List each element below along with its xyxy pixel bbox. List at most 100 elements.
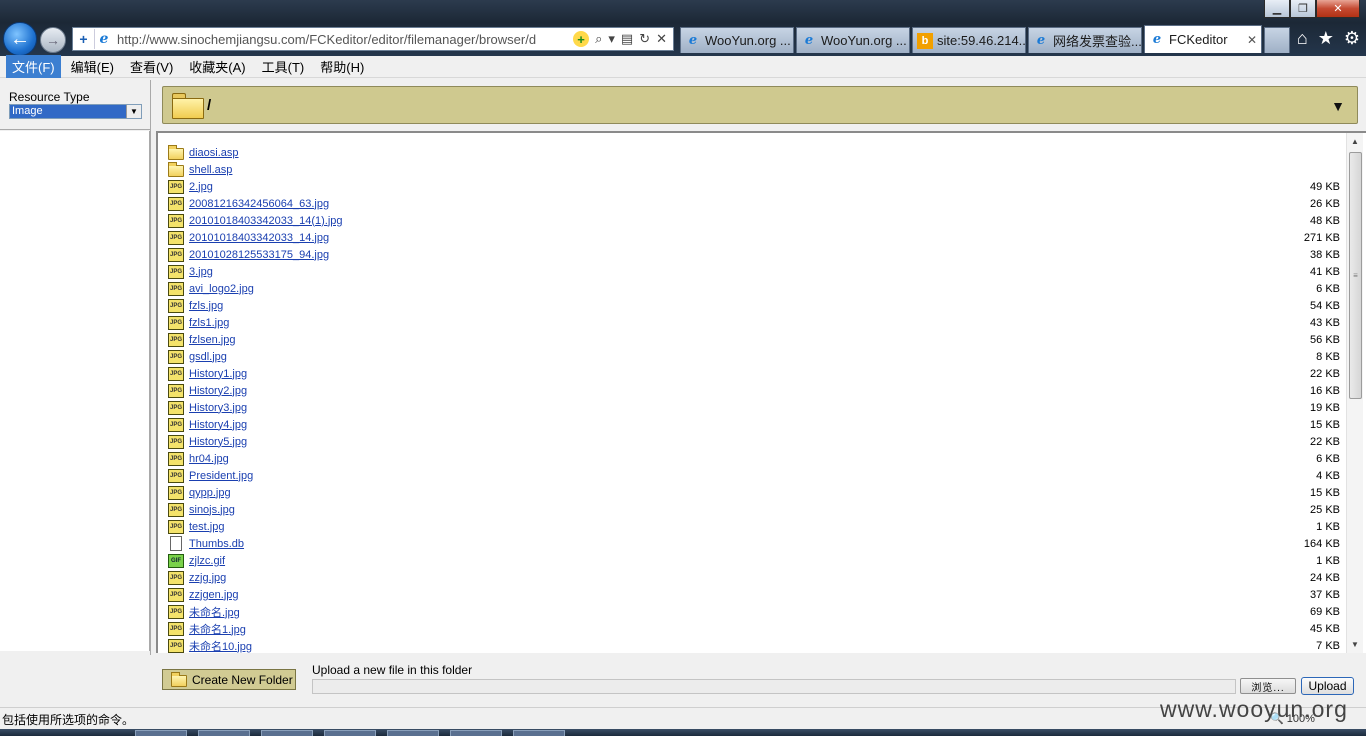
file-link[interactable]: History1.jpg	[189, 368, 1260, 380]
browser-tab[interactable]: e 网络发票查验...	[1028, 27, 1142, 53]
favorites-star-icon[interactable]: ★	[1318, 28, 1334, 49]
file-link[interactable]: 20101018403342033_14.jpg	[189, 232, 1260, 244]
close-tab-icon[interactable]: ✕	[1247, 33, 1257, 47]
taskbar-item[interactable]	[387, 730, 439, 736]
file-link[interactable]: sinojs.jpg	[189, 504, 1260, 516]
refresh-icon[interactable]: ↻	[639, 31, 650, 47]
search-icon[interactable]: ⌕	[595, 31, 602, 47]
menu-tools[interactable]: 工具(T)	[256, 55, 311, 78]
file-link[interactable]: 2.jpg	[189, 181, 1260, 193]
taskbar-item[interactable]	[261, 730, 313, 736]
scroll-up-icon[interactable]: ▲	[1347, 133, 1363, 150]
folder-dropdown-icon[interactable]: ▼	[1331, 98, 1345, 114]
file-link[interactable]: Thumbs.db	[189, 538, 1260, 550]
menu-view[interactable]: 查看(V)	[124, 55, 179, 78]
file-size: 22 KB	[1310, 367, 1340, 380]
file-link[interactable]: 未命名.jpg	[189, 604, 1260, 620]
address-input[interactable]: http://www.sinochemjiangsu.com/FCKeditor…	[113, 32, 567, 47]
file-link[interactable]: gsdl.jpg	[189, 351, 1260, 363]
close-window-button[interactable]: ✕	[1316, 0, 1360, 18]
jpg-file-icon	[168, 638, 184, 653]
menu-file[interactable]: 文件(F)	[6, 55, 61, 78]
vertical-scrollbar[interactable]: ▲ ≡ ▼	[1346, 133, 1363, 653]
file-size: 164 KB	[1303, 537, 1340, 550]
file-link[interactable]: History4.jpg	[189, 419, 1260, 431]
scroll-down-icon[interactable]: ▼	[1347, 636, 1363, 653]
file-row: 未命名10.jpg 7 KB	[168, 637, 1340, 654]
file-link[interactable]: History5.jpg	[189, 436, 1260, 448]
file-link[interactable]: zjlzc.gif	[189, 555, 1260, 567]
file-link[interactable]: qypp.jpg	[189, 487, 1260, 499]
browser-tab[interactable]: e FCKeditor ✕	[1144, 25, 1262, 53]
file-link[interactable]: avi_logo2.jpg	[189, 283, 1260, 295]
watermark: www.wooyun.org	[1160, 696, 1348, 722]
maximize-button[interactable]: ❐	[1290, 0, 1316, 18]
taskbar-item[interactable]	[198, 730, 250, 736]
compat-view-icon[interactable]: ▤	[621, 31, 633, 47]
chevron-down-icon[interactable]: ▼	[126, 105, 141, 118]
file-row: President.jpg 4 KB	[168, 467, 1340, 484]
file-link[interactable]: hr04.jpg	[189, 453, 1260, 465]
settings-gear-icon[interactable]: ⚙	[1344, 28, 1360, 49]
status-text: 包括使用所选项的命令。	[2, 713, 135, 727]
resource-type-select[interactable]: Image ▼	[9, 104, 142, 119]
file-link[interactable]: 20081216342456064_63.jpg	[189, 198, 1260, 210]
browse-button[interactable]: 浏览...	[1240, 678, 1296, 694]
home-icon[interactable]: ⌂	[1297, 28, 1308, 49]
upload-button[interactable]: Upload	[1301, 677, 1354, 695]
file-size: 54 KB	[1310, 299, 1340, 312]
create-folder-button[interactable]: Create New Folder	[162, 669, 296, 690]
menu-help[interactable]: 帮助(H)	[314, 55, 370, 78]
stop-icon[interactable]: ✕	[656, 31, 667, 47]
windows-taskbar	[0, 729, 1366, 736]
file-link[interactable]: 3.jpg	[189, 266, 1260, 278]
file-row: 20081216342456064_63.jpg 26 KB	[168, 195, 1340, 212]
file-link[interactable]: fzls1.jpg	[189, 317, 1260, 329]
current-folder-path: /	[207, 97, 212, 114]
upload-file-input[interactable]	[312, 679, 1236, 694]
taskbar-item[interactable]	[135, 730, 187, 736]
file-link[interactable]: History3.jpg	[189, 402, 1260, 414]
file-row: 20101028125533175_94.jpg 38 KB	[168, 246, 1340, 263]
browser-tab[interactable]: b site:59.46.214...	[912, 27, 1026, 53]
taskbar-item[interactable]	[324, 730, 376, 736]
menu-edit[interactable]: 编辑(E)	[65, 55, 120, 78]
taskbar-item[interactable]	[450, 730, 502, 736]
file-row: History1.jpg 22 KB	[168, 365, 1340, 382]
file-link[interactable]: 20101028125533175_94.jpg	[189, 249, 1260, 261]
new-tab-button[interactable]	[1264, 27, 1290, 53]
folder-link[interactable]: shell.asp	[189, 164, 1260, 176]
add-favorite-icon[interactable]: +	[73, 29, 95, 49]
browser-tab[interactable]: e WooYun.org ...	[680, 27, 794, 53]
taskbar-item[interactable]	[513, 730, 565, 736]
file-size: 4 KB	[1316, 469, 1340, 482]
dropdown-icon[interactable]: ▾	[608, 31, 615, 47]
minimize-button[interactable]: ▁	[1264, 0, 1290, 18]
addon-icon[interactable]: +	[573, 31, 590, 47]
file-link[interactable]: 20101018403342033_14(1).jpg	[189, 215, 1260, 227]
jpg-file-icon	[168, 383, 184, 398]
jpg-file-icon	[168, 179, 184, 194]
file-link[interactable]: 未命名10.jpg	[189, 638, 1260, 654]
scrollbar-thumb[interactable]: ≡	[1349, 152, 1362, 399]
jpg-file-icon	[168, 349, 184, 364]
file-size: 1 KB	[1316, 554, 1340, 567]
file-link[interactable]: fzls.jpg	[189, 300, 1260, 312]
file-link[interactable]: History2.jpg	[189, 385, 1260, 397]
folder-link[interactable]: diaosi.asp	[189, 147, 1260, 159]
file-size: 8 KB	[1316, 350, 1340, 363]
browser-tab[interactable]: e WooYun.org ...	[796, 27, 910, 53]
back-button[interactable]: ←	[3, 22, 37, 56]
gif-file-icon	[168, 553, 184, 568]
file-link[interactable]: test.jpg	[189, 521, 1260, 533]
file-link[interactable]: zzjg.jpg	[189, 572, 1260, 584]
menu-favorites[interactable]: 收藏夹(A)	[183, 55, 251, 78]
file-size: 15 KB	[1310, 486, 1340, 499]
file-link[interactable]: President.jpg	[189, 470, 1260, 482]
file-link[interactable]: fzlsen.jpg	[189, 334, 1260, 346]
tab-strip: e WooYun.org ... e WooYun.org ... b site:59.4…	[680, 25, 1290, 55]
forward-button[interactable]: →	[40, 27, 66, 53]
file-link[interactable]: 未命名1.jpg	[189, 621, 1260, 637]
address-bar[interactable]: + e http://www.sinochemjiangsu.com/FCKed…	[72, 27, 674, 51]
file-link[interactable]: zzjgen.jpg	[189, 589, 1260, 601]
